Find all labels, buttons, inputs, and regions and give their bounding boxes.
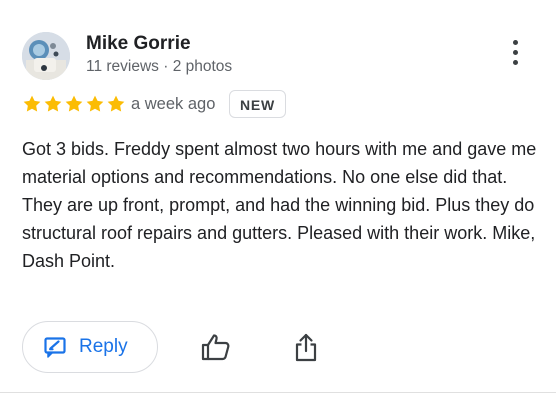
star-icon <box>65 95 83 112</box>
share-icon[interactable] <box>294 332 318 362</box>
star-icon <box>107 95 125 112</box>
new-badge: NEW <box>229 90 287 118</box>
bottom-divider <box>0 392 556 393</box>
reply-label: Reply <box>79 336 128 357</box>
reply-icon <box>44 337 66 358</box>
reply-button[interactable]: Reply <box>22 321 158 373</box>
star-rating <box>22 94 126 114</box>
star-icon <box>23 95 41 112</box>
review-time: a week ago <box>131 95 216 113</box>
star-icon <box>86 95 104 112</box>
review-paragraph: They are up front, prompt, and had the w… <box>22 195 536 271</box>
reviewer-stats: 11 reviews · 2 photos <box>86 58 233 75</box>
thumbs-up-icon[interactable] <box>201 333 231 361</box>
review-text: Got 3 bids. Freddy spent almost two hour… <box>22 135 537 275</box>
more-vert-icon[interactable] <box>505 40 525 70</box>
reviewer-avatar[interactable] <box>22 32 70 80</box>
avatar-image <box>22 32 70 80</box>
star-icon <box>44 95 62 112</box>
reviewer-name[interactable]: Mike Gorrie <box>86 33 191 55</box>
review-paragraph: Got 3 bids. Freddy spent almost two hour… <box>22 139 537 187</box>
